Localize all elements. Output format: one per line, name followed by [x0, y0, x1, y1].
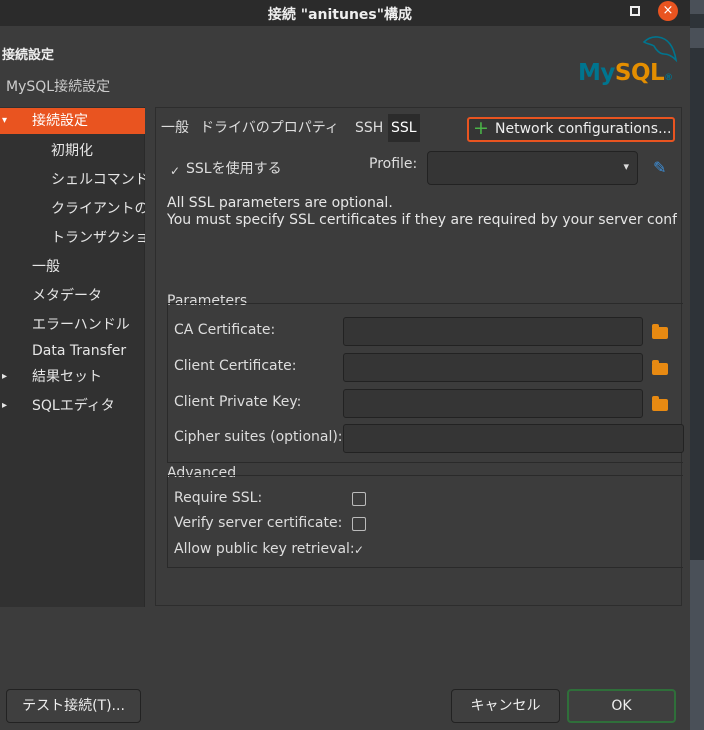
- folder-icon[interactable]: [652, 324, 668, 339]
- close-icon[interactable]: ×: [658, 1, 678, 21]
- sidebar-item-connection-settings[interactable]: ▾ 接続設定: [0, 108, 145, 134]
- profile-label: Profile:: [369, 156, 418, 172]
- sidebar-item-client[interactable]: クライアントの: [0, 196, 145, 222]
- advanced-group: Require SSL: Verify server certificate: …: [167, 475, 683, 568]
- plus-icon: +: [473, 117, 489, 139]
- connection-config-dialog: 接続設定 MySQL接続設定 MySQL® ▾ 接続設定 初期化 シェルコマンド…: [0, 26, 690, 730]
- maximize-icon[interactable]: [630, 6, 640, 16]
- folder-icon[interactable]: [652, 396, 668, 411]
- verify-server-certificate-label: Verify server certificate:: [174, 515, 343, 531]
- settings-sidebar: ▾ 接続設定 初期化 シェルコマンド クライアントの トランザクショ 一般 メタ…: [0, 107, 145, 607]
- network-configurations-button[interactable]: + Network configurations...: [467, 117, 675, 142]
- check-icon[interactable]: ✓: [168, 164, 182, 178]
- client-private-key-field[interactable]: [343, 389, 643, 418]
- sidebar-item-result-sets[interactable]: ▸ 結果セット: [0, 364, 145, 390]
- require-ssl-checkbox[interactable]: [352, 492, 366, 506]
- parameters-group: CA Certificate: Client Certificate: Clie…: [167, 303, 684, 463]
- folder-icon[interactable]: [652, 360, 668, 375]
- sidebar-item-init[interactable]: 初期化: [0, 138, 145, 164]
- profile-select[interactable]: ▾: [427, 151, 638, 185]
- sidebar-item-transaction[interactable]: トランザクショ: [0, 225, 145, 251]
- require-ssl-label: Require SSL:: [174, 490, 263, 506]
- sidebar-item-general[interactable]: 一般: [0, 254, 145, 280]
- edit-pencil-icon[interactable]: ✎: [653, 158, 666, 177]
- sidebar-item-sql-editor[interactable]: ▸ SQLエディタ: [0, 393, 145, 419]
- ca-certificate-label: CA Certificate:: [174, 322, 276, 338]
- client-certificate-field[interactable]: [343, 353, 643, 382]
- sidebar-item-data-transfer[interactable]: Data Transfer: [0, 338, 145, 364]
- chevron-right-icon[interactable]: ▸: [2, 364, 7, 390]
- cipher-suites-field[interactable]: [343, 424, 684, 453]
- settings-content: 一般 ドライバのプロパティ SSH SSL + Network configur…: [155, 107, 684, 606]
- allow-public-key-retrieval-label: Allow public key retrieval:: [174, 541, 355, 557]
- client-certificate-label: Client Certificate:: [174, 358, 297, 374]
- tab-driver-properties[interactable]: ドライバのプロパティ: [197, 114, 342, 142]
- cipher-suites-label: Cipher suites (optional):: [174, 429, 343, 445]
- page-subtitle: MySQL接続設定: [6, 79, 111, 95]
- client-private-key-label: Client Private Key:: [174, 394, 302, 410]
- ssl-note: All SSL parameters are optional. You mus…: [167, 195, 677, 228]
- tab-ssl[interactable]: SSL: [388, 114, 420, 142]
- tab-general[interactable]: 一般: [158, 114, 192, 142]
- test-connection-button[interactable]: テスト接続(T)...: [6, 689, 141, 723]
- ca-certificate-field[interactable]: [343, 317, 643, 346]
- mysql-logo-text: MySQL®: [578, 60, 673, 86]
- title-bar: 接続 "anitunes"構成 ×: [0, 0, 690, 26]
- sidebar-item-metadata[interactable]: メタデータ: [0, 283, 145, 309]
- page-title: 接続設定: [2, 48, 55, 63]
- mysql-logo: MySQL®: [578, 34, 682, 90]
- verify-server-certificate-checkbox[interactable]: [352, 517, 366, 531]
- sidebar-item-error-handling[interactable]: エラーハンドル: [0, 312, 145, 338]
- cancel-button[interactable]: キャンセル: [451, 689, 560, 723]
- use-ssl-checkbox[interactable]: ✓ SSLを使用する: [168, 158, 282, 178]
- chevron-down-icon[interactable]: ▾: [2, 108, 7, 134]
- ok-button[interactable]: OK: [567, 689, 676, 723]
- chevron-down-icon: ▾: [623, 160, 629, 173]
- tab-ssh[interactable]: SSH: [352, 114, 386, 142]
- background-window-edge: [690, 0, 704, 730]
- chevron-right-icon[interactable]: ▸: [2, 393, 7, 419]
- allow-public-key-retrieval-checkbox[interactable]: ✓: [352, 543, 366, 557]
- sidebar-item-shell-commands[interactable]: シェルコマンド: [0, 167, 145, 193]
- window-title: 接続 "anitunes"構成: [267, 7, 413, 23]
